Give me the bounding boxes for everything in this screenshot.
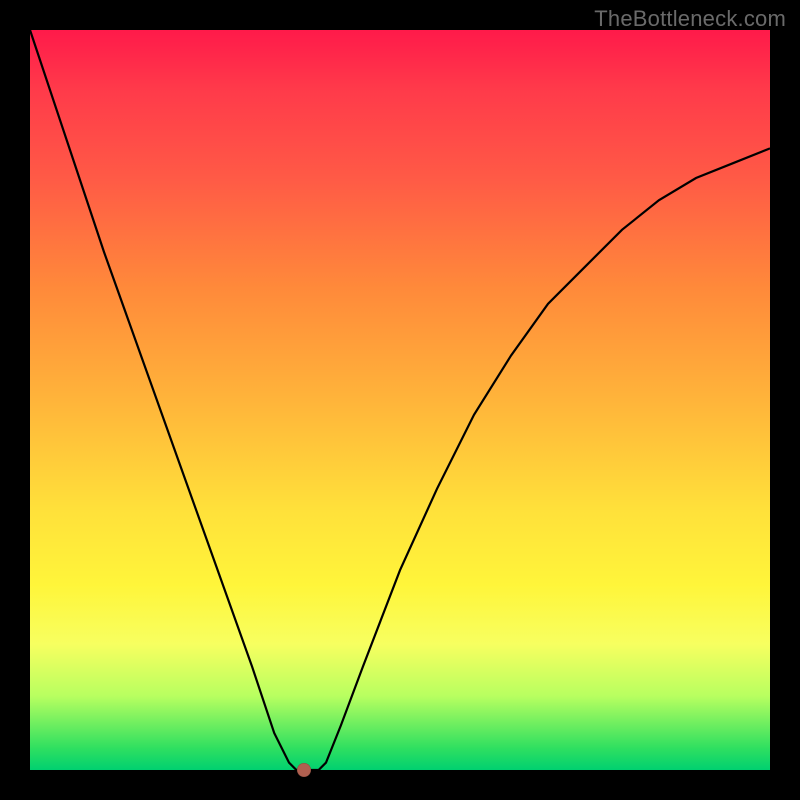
chart-frame: TheBottleneck.com — [0, 0, 800, 800]
watermark-text: TheBottleneck.com — [594, 6, 786, 32]
optimum-marker — [297, 763, 311, 777]
bottleneck-curve — [30, 30, 770, 770]
chart-plot-area — [30, 30, 770, 770]
